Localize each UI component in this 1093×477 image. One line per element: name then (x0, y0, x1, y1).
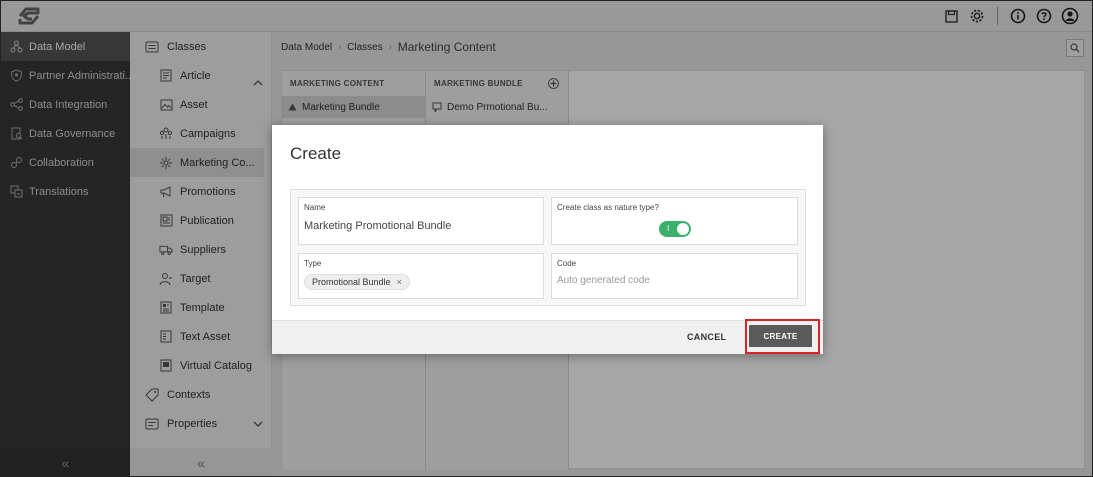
toggle-knob (677, 223, 689, 235)
nature-type-field: Create class as nature type? I (551, 197, 798, 245)
dialog-title: Create (290, 144, 342, 163)
type-field[interactable]: Type Promotional Bundle × (298, 253, 544, 299)
name-field[interactable]: Name Marketing Promotional Bundle (298, 197, 544, 245)
nature-type-label: Create class as nature type? (557, 203, 659, 212)
toggle-on-mark: I (667, 224, 670, 233)
type-label: Type (304, 259, 322, 268)
app-window: Data Model Partner Administrati... Data … (0, 0, 1093, 477)
type-chip: Promotional Bundle × (304, 274, 410, 290)
type-chip-label: Promotional Bundle (312, 277, 391, 287)
name-input-value[interactable]: Marketing Promotional Bundle (304, 220, 451, 232)
dialog-footer: CANCEL CREATE (272, 320, 823, 354)
chip-remove-icon[interactable]: × (397, 277, 402, 287)
code-label: Code (557, 259, 577, 268)
name-label: Name (304, 203, 326, 212)
nature-type-toggle[interactable]: I (659, 221, 691, 237)
cancel-button[interactable]: CANCEL (687, 332, 726, 342)
create-button[interactable]: CREATE (749, 325, 812, 347)
create-class-dialog: Create Name Marketing Promotional Bundle… (272, 125, 823, 354)
code-placeholder[interactable]: Auto generated code (557, 275, 650, 286)
code-field[interactable]: Code Auto generated code (551, 253, 798, 299)
create-form: Name Marketing Promotional Bundle Create… (290, 189, 806, 306)
